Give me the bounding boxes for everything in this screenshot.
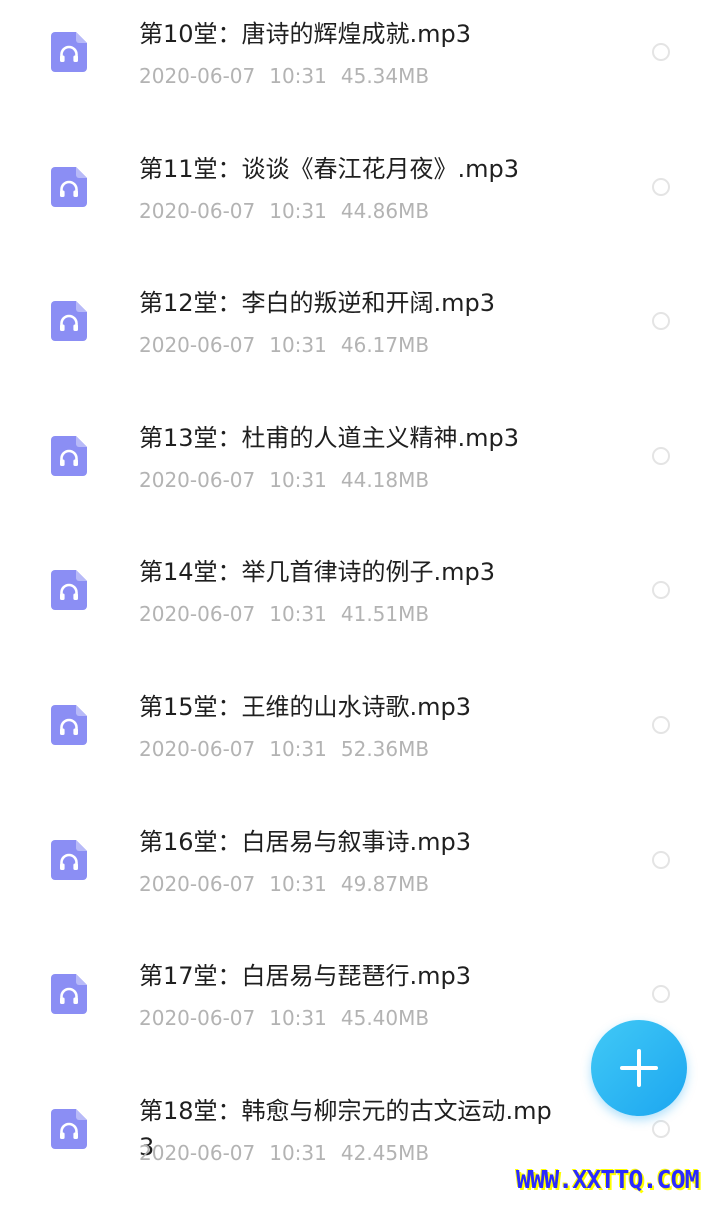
file-name: 第12堂：李白的叛逆和开阔.mp3: [139, 289, 496, 318]
select-radio[interactable]: [652, 850, 670, 869]
audio-file-icon: [51, 839, 87, 880]
select-radio[interactable]: [652, 985, 670, 1004]
select-radio[interactable]: [652, 177, 670, 196]
audio-file-icon: [51, 166, 87, 207]
file-name: 第13堂：杜甫的人道主义精神.mp3: [139, 423, 520, 452]
file-date: 2020-06-07: [139, 1006, 256, 1031]
file-meta: 2020-06-07 10:31 46.17MB: [139, 331, 443, 359]
file-size: 49.87MB: [340, 871, 430, 896]
file-row[interactable]: 第15堂：王维的山水诗歌.mp3 2020-06-07 10:31 52.36MB: [0, 673, 718, 807]
plus-icon: [637, 1049, 641, 1087]
watermark: WWW.XXTTQ.COM: [516, 1165, 700, 1194]
audio-file-icon: [51, 32, 87, 72]
audio-file-icon: [51, 435, 87, 476]
file-meta: 2020-06-07 10:31 41.51MB: [139, 600, 443, 628]
select-radio[interactable]: [652, 312, 670, 331]
select-radio[interactable]: [652, 716, 670, 734]
file-date: 2020-06-07: [139, 737, 256, 761]
file-size: 46.17MB: [340, 333, 430, 358]
file-time: 10:31: [269, 871, 327, 896]
file-time: 10:31: [269, 333, 327, 358]
file-date: 2020-06-07: [139, 198, 256, 223]
file-meta: 2020-06-07 10:31 44.86MB: [139, 197, 443, 225]
file-time: 10:31: [269, 602, 327, 627]
file-meta: 2020-06-07 10:31 52.36MB: [139, 735, 443, 763]
file-row[interactable]: 第13堂：杜甫的人道主义精神.mp3 2020-06-07 10:31 44.18M…: [0, 404, 718, 538]
file-meta: 2020-06-07 10:31 42.45MB: [139, 1139, 443, 1167]
file-date: 2020-06-07: [139, 333, 256, 358]
file-name: 第17堂：白居易与琵琶行.mp3: [139, 962, 472, 991]
audio-file-icon: [51, 570, 87, 611]
file-date: 2020-06-07: [139, 64, 256, 88]
file-date: 2020-06-07: [139, 1140, 256, 1165]
select-radio[interactable]: [652, 1119, 670, 1138]
select-radio[interactable]: [652, 43, 670, 61]
file-meta: 2020-06-07 10:31 49.87MB: [139, 870, 443, 898]
audio-file-icon: [51, 974, 87, 1015]
file-name: 第14堂：举几首律诗的例子.mp3: [139, 558, 496, 587]
audio-file-icon: [51, 301, 87, 342]
file-time: 10:31: [269, 467, 327, 492]
file-size: 44.18MB: [340, 467, 430, 492]
file-size: 45.34MB: [340, 64, 430, 88]
file-date: 2020-06-07: [139, 467, 256, 492]
file-name: 第15堂：王维的山水诗歌.mp3: [139, 693, 472, 721]
file-time: 10:31: [269, 64, 327, 88]
file-list: 第10堂：唐诗的辉煌成就.mp3 2020-06-07 10:31 45.34MB …: [0, 0, 718, 1200]
file-row[interactable]: 第14堂：举几首律诗的例子.mp3 2020-06-07 10:31 41.51MB: [0, 538, 718, 672]
add-fab-button[interactable]: [591, 1020, 687, 1116]
audio-file-icon: [51, 705, 87, 745]
file-meta: 2020-06-07 10:31 44.18MB: [139, 466, 443, 494]
file-row[interactable]: 第16堂：白居易与叙事诗.mp3 2020-06-07 10:31 49.87MB: [0, 808, 718, 942]
file-row[interactable]: 第10堂：唐诗的辉煌成就.mp3 2020-06-07 10:31 45.34MB: [0, 0, 718, 134]
file-time: 10:31: [269, 1140, 327, 1165]
file-date: 2020-06-07: [139, 871, 256, 896]
file-size: 41.51MB: [340, 602, 430, 627]
select-radio[interactable]: [652, 581, 670, 600]
file-meta: 2020-06-07 10:31 45.34MB: [139, 62, 443, 90]
file-size: 44.86MB: [340, 198, 430, 223]
file-size: 42.45MB: [340, 1140, 430, 1165]
file-time: 10:31: [269, 198, 327, 223]
file-name: 第16堂：白居易与叙事诗.mp3: [139, 827, 472, 856]
file-name: 第11堂：谈谈《春江花月夜》.mp3: [139, 154, 520, 183]
file-size: 45.40MB: [340, 1006, 430, 1031]
file-row[interactable]: 第12堂：李白的叛逆和开阔.mp3 2020-06-07 10:31 46.17MB: [0, 269, 718, 403]
file-name: 第10堂：唐诗的辉煌成就.mp3: [139, 20, 472, 48]
select-radio[interactable]: [652, 446, 670, 465]
file-time: 10:31: [269, 737, 327, 761]
file-time: 10:31: [269, 1006, 327, 1031]
file-size: 52.36MB: [340, 737, 430, 761]
audio-file-icon: [51, 1108, 87, 1149]
file-meta: 2020-06-07 10:31 45.40MB: [139, 1004, 443, 1032]
file-row[interactable]: 第11堂：谈谈《春江花月夜》.mp3 2020-06-07 10:31 44.86M…: [0, 135, 718, 269]
file-date: 2020-06-07: [139, 602, 256, 627]
